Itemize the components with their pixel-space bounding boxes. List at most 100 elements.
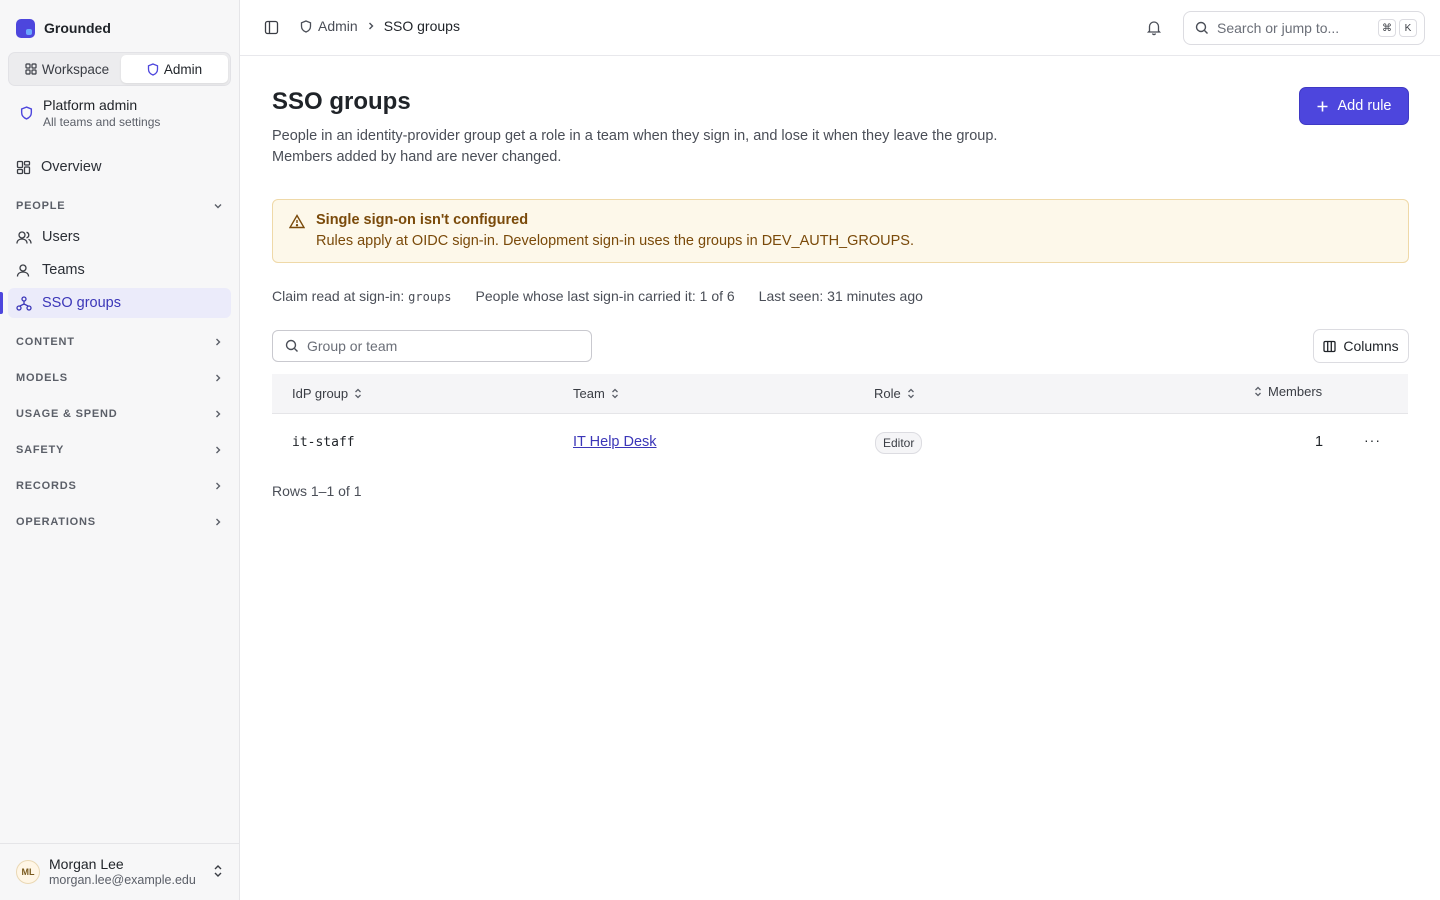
users-icon	[16, 230, 32, 244]
claim-meta: Claim read at sign-in: groups People who…	[272, 288, 923, 304]
people-carried-info: People whose last sign-in carried it: 1 …	[475, 288, 735, 304]
sidebar-item-users[interactable]: Users	[8, 222, 231, 252]
chevron-right-icon	[368, 22, 374, 30]
bell-icon[interactable]	[1146, 19, 1162, 36]
admin-mode-button[interactable]: Admin	[121, 55, 228, 83]
section-label: PEOPLE	[16, 200, 66, 212]
table-header: IdP group Team Role Members	[272, 374, 1408, 414]
role-badge: Editor	[875, 432, 923, 454]
sidebar-item-label: Teams	[42, 262, 85, 278]
column-label: Role	[874, 386, 901, 401]
column-label: Team	[573, 386, 605, 401]
section-label: CONTENT	[16, 336, 75, 348]
section-content[interactable]: CONTENT	[8, 330, 231, 354]
section-records[interactable]: RECORDS	[8, 474, 231, 498]
columns-button[interactable]: Columns	[1313, 329, 1409, 363]
chevron-up-down-icon	[214, 865, 222, 877]
members-count: 1	[1315, 434, 1324, 450]
sidebar-item-label: Users	[42, 229, 80, 245]
shortcut-key: K	[1399, 19, 1417, 37]
brand[interactable]: Grounded	[16, 18, 111, 38]
sidebar-item-sso-groups[interactable]: SSO groups	[8, 288, 231, 318]
sso-warning-alert: Single sign-on isn't configured Rules ap…	[272, 199, 1409, 263]
add-rule-button[interactable]: Add rule	[1299, 87, 1409, 125]
brand-name: Grounded	[44, 20, 111, 36]
user-icon	[16, 263, 30, 277]
section-label: MODELS	[16, 372, 68, 384]
section-label: SAFETY	[16, 444, 65, 456]
chevron-right-icon	[216, 410, 221, 418]
chevron-right-icon	[216, 374, 221, 382]
sidebar-item-label: Overview	[41, 159, 102, 175]
sidebar: Grounded Workspace Admin Platform admin …	[0, 0, 240, 900]
claim-label: Claim read at sign-in:	[272, 288, 405, 304]
row-actions-icon[interactable]: ···	[1364, 432, 1381, 448]
section-safety[interactable]: SAFETY	[8, 438, 231, 462]
add-rule-label: Add rule	[1337, 98, 1392, 114]
alert-title: Single sign-on isn't configured	[316, 212, 529, 228]
filter-placeholder: Group or team	[307, 338, 398, 354]
shield-icon	[147, 62, 159, 76]
global-search[interactable]: Search or jump to... ⌘ K	[1183, 11, 1425, 45]
idp-group-cell: it-staff	[292, 435, 355, 450]
column-header-idp-group[interactable]: IdP group	[292, 386, 362, 401]
sort-icon	[907, 388, 914, 399]
brand-logo-icon	[16, 18, 35, 38]
alert-text: Rules apply at OIDC sign-in. Development…	[316, 233, 914, 249]
sidebar-item-teams[interactable]: Teams	[8, 255, 231, 285]
claim-value: groups	[408, 290, 452, 304]
breadcrumb-label: Admin	[318, 18, 358, 34]
section-label: RECORDS	[16, 480, 77, 492]
description-line: Members added by hand are never changed.	[272, 149, 562, 165]
filter-input[interactable]: Group or team	[272, 330, 592, 362]
section-people[interactable]: PEOPLE	[8, 194, 231, 218]
workspace-mode-label: Workspace	[41, 61, 110, 77]
network-icon	[16, 295, 32, 311]
user-name: Morgan Lee	[49, 856, 124, 872]
column-label: IdP group	[292, 386, 349, 401]
shield-icon	[300, 19, 312, 33]
section-label: OPERATIONS	[16, 516, 96, 528]
sidebar-item-label: SSO groups	[42, 295, 121, 311]
section-label: USAGE & SPEND	[16, 408, 118, 420]
topbar: Admin SSO groups Search or jump to... ⌘ …	[240, 0, 1440, 56]
chevron-right-icon	[216, 482, 221, 490]
shield-icon	[20, 106, 33, 120]
breadcrumb: Admin SSO groups	[300, 18, 460, 34]
user-menu[interactable]: ML Morgan Lee morgan.lee@example.edu	[0, 843, 239, 900]
columns-label: Columns	[1343, 338, 1399, 354]
chevron-right-icon	[216, 518, 221, 526]
sidebar-item-overview[interactable]: Overview	[8, 152, 231, 182]
column-header-team[interactable]: Team	[573, 386, 619, 401]
dashboard-icon	[16, 160, 31, 174]
plus-icon	[1317, 101, 1328, 111]
sort-icon	[611, 388, 618, 399]
warning-icon	[289, 214, 305, 229]
last-seen-info: Last seen: 31 minutes ago	[758, 288, 923, 304]
chevron-down-icon	[214, 204, 222, 209]
page-description: People in an identity-provider group get…	[272, 126, 1072, 168]
column-header-role[interactable]: Role	[874, 386, 915, 401]
scope-title: Platform admin	[43, 97, 138, 113]
breadcrumb-admin[interactable]: Admin	[300, 18, 358, 34]
scope-selector: Platform admin All teams and settings	[10, 96, 230, 136]
sidebar-toggle-icon[interactable]	[264, 20, 279, 35]
user-email: morgan.lee@example.edu	[49, 873, 196, 887]
breadcrumb-current: SSO groups	[383, 18, 460, 34]
workspace-mode-button[interactable]: Workspace	[13, 55, 121, 83]
column-label: Members	[1268, 384, 1323, 399]
table-row[interactable]: it-staff IT Help Desk Editor 1 ···	[272, 414, 1408, 472]
section-usage-spend[interactable]: USAGE & SPEND	[8, 402, 231, 426]
team-link[interactable]: IT Help Desk	[573, 434, 657, 450]
mode-switch: Workspace Admin	[8, 52, 231, 86]
column-header-members[interactable]: Members	[1254, 384, 1322, 399]
sort-icon	[355, 388, 362, 399]
columns-icon	[1323, 340, 1337, 352]
avatar: ML	[16, 860, 40, 884]
section-operations[interactable]: OPERATIONS	[8, 510, 231, 534]
scope-subtitle: All teams and settings	[43, 115, 161, 129]
shortcut-key: ⌘	[1378, 19, 1396, 37]
claim-info: Claim read at sign-in: groups	[272, 288, 452, 304]
description-line: People in an identity-provider group get…	[272, 128, 998, 144]
section-models[interactable]: MODELS	[8, 366, 231, 390]
